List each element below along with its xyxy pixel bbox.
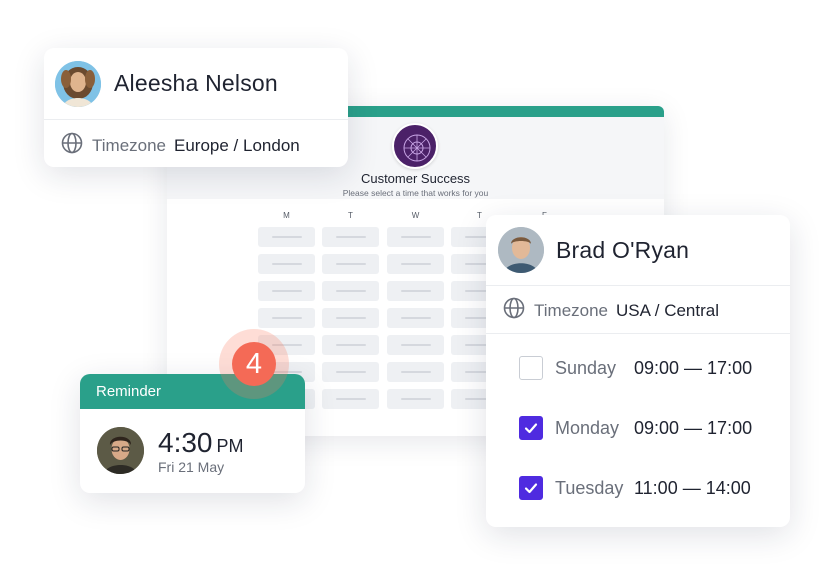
day-hours: 09:00 — 17:00 bbox=[634, 357, 753, 378]
reminder-title: Reminder bbox=[96, 383, 162, 400]
notification-badge[interactable]: 4 bbox=[232, 342, 276, 386]
time-slot[interactable] bbox=[387, 254, 444, 274]
time-slot[interactable] bbox=[322, 227, 379, 247]
reminder-time: 4:30 PM bbox=[158, 427, 244, 459]
time-slot[interactable] bbox=[258, 227, 315, 247]
timezone-row: Timezone USA / Central bbox=[503, 297, 719, 324]
schedule-row-tuesday: Tuesday 11:00 — 14:00 bbox=[519, 476, 751, 500]
calendar-subtitle: Please select a time that works for you bbox=[342, 188, 489, 198]
day-name: Tuesday bbox=[555, 477, 624, 498]
day-label-wed: W bbox=[411, 211, 420, 220]
timezone-label: Timezone bbox=[92, 135, 167, 155]
checkmark-icon bbox=[524, 483, 538, 494]
day-label-tue: T bbox=[348, 211, 353, 220]
time-slot[interactable] bbox=[258, 281, 315, 301]
contact-name: Aleesha Nelson bbox=[114, 70, 278, 96]
time-slot[interactable] bbox=[322, 254, 379, 274]
time-slot[interactable] bbox=[387, 281, 444, 301]
monday-checkbox[interactable] bbox=[519, 416, 543, 440]
avatar bbox=[498, 227, 544, 273]
calendar-title: Customer Success bbox=[360, 171, 471, 186]
time-slot[interactable] bbox=[387, 335, 444, 355]
timezone-value: USA / Central bbox=[616, 300, 720, 320]
day-hours: 09:00 — 17:00 bbox=[634, 417, 753, 438]
schedule-row-sunday: Sunday 09:00 — 17:00 bbox=[519, 356, 752, 380]
time-slot[interactable] bbox=[258, 308, 315, 328]
day-name: Monday bbox=[555, 417, 620, 438]
day-name: Sunday bbox=[555, 357, 617, 378]
checkmark-icon bbox=[524, 423, 538, 434]
schedule-row-monday: Monday 09:00 — 17:00 bbox=[519, 416, 752, 440]
contact-card-aleesha: Aleesha Nelson Timezone Europe / London bbox=[44, 48, 348, 167]
reminder-date: Fri 21 May bbox=[158, 459, 225, 475]
divider bbox=[44, 119, 348, 120]
time-slot[interactable] bbox=[387, 362, 444, 382]
divider bbox=[486, 333, 790, 334]
timezone-label: Timezone bbox=[534, 300, 609, 320]
time-slot[interactable] bbox=[322, 362, 379, 382]
reminder-ampm: PM bbox=[216, 436, 244, 456]
time-slot[interactable] bbox=[258, 254, 315, 274]
time-slot[interactable] bbox=[322, 389, 379, 409]
reminder-time-value: 4:30 bbox=[158, 427, 213, 458]
time-slot[interactable] bbox=[387, 389, 444, 409]
time-slot[interactable] bbox=[322, 335, 379, 355]
timezone-value: Europe / London bbox=[174, 135, 300, 155]
day-label-mon: M bbox=[283, 211, 290, 220]
avatar bbox=[55, 61, 101, 107]
globe-icon bbox=[503, 297, 525, 324]
avatar bbox=[97, 427, 144, 474]
company-logo-icon bbox=[392, 123, 438, 169]
divider bbox=[486, 285, 790, 286]
timezone-row: Timezone Europe / London bbox=[61, 132, 300, 159]
time-slot[interactable] bbox=[387, 227, 444, 247]
sunday-checkbox[interactable] bbox=[519, 356, 543, 380]
day-hours: 11:00 — 14:00 bbox=[634, 477, 751, 498]
globe-icon bbox=[61, 132, 83, 159]
time-slot[interactable] bbox=[322, 308, 379, 328]
time-slot[interactable] bbox=[387, 308, 444, 328]
time-slot[interactable] bbox=[322, 281, 379, 301]
contact-card-brad: Brad O'Ryan Timezone USA / Central Sunda… bbox=[486, 215, 790, 527]
tuesday-checkbox[interactable] bbox=[519, 476, 543, 500]
contact-name: Brad O'Ryan bbox=[556, 237, 690, 263]
